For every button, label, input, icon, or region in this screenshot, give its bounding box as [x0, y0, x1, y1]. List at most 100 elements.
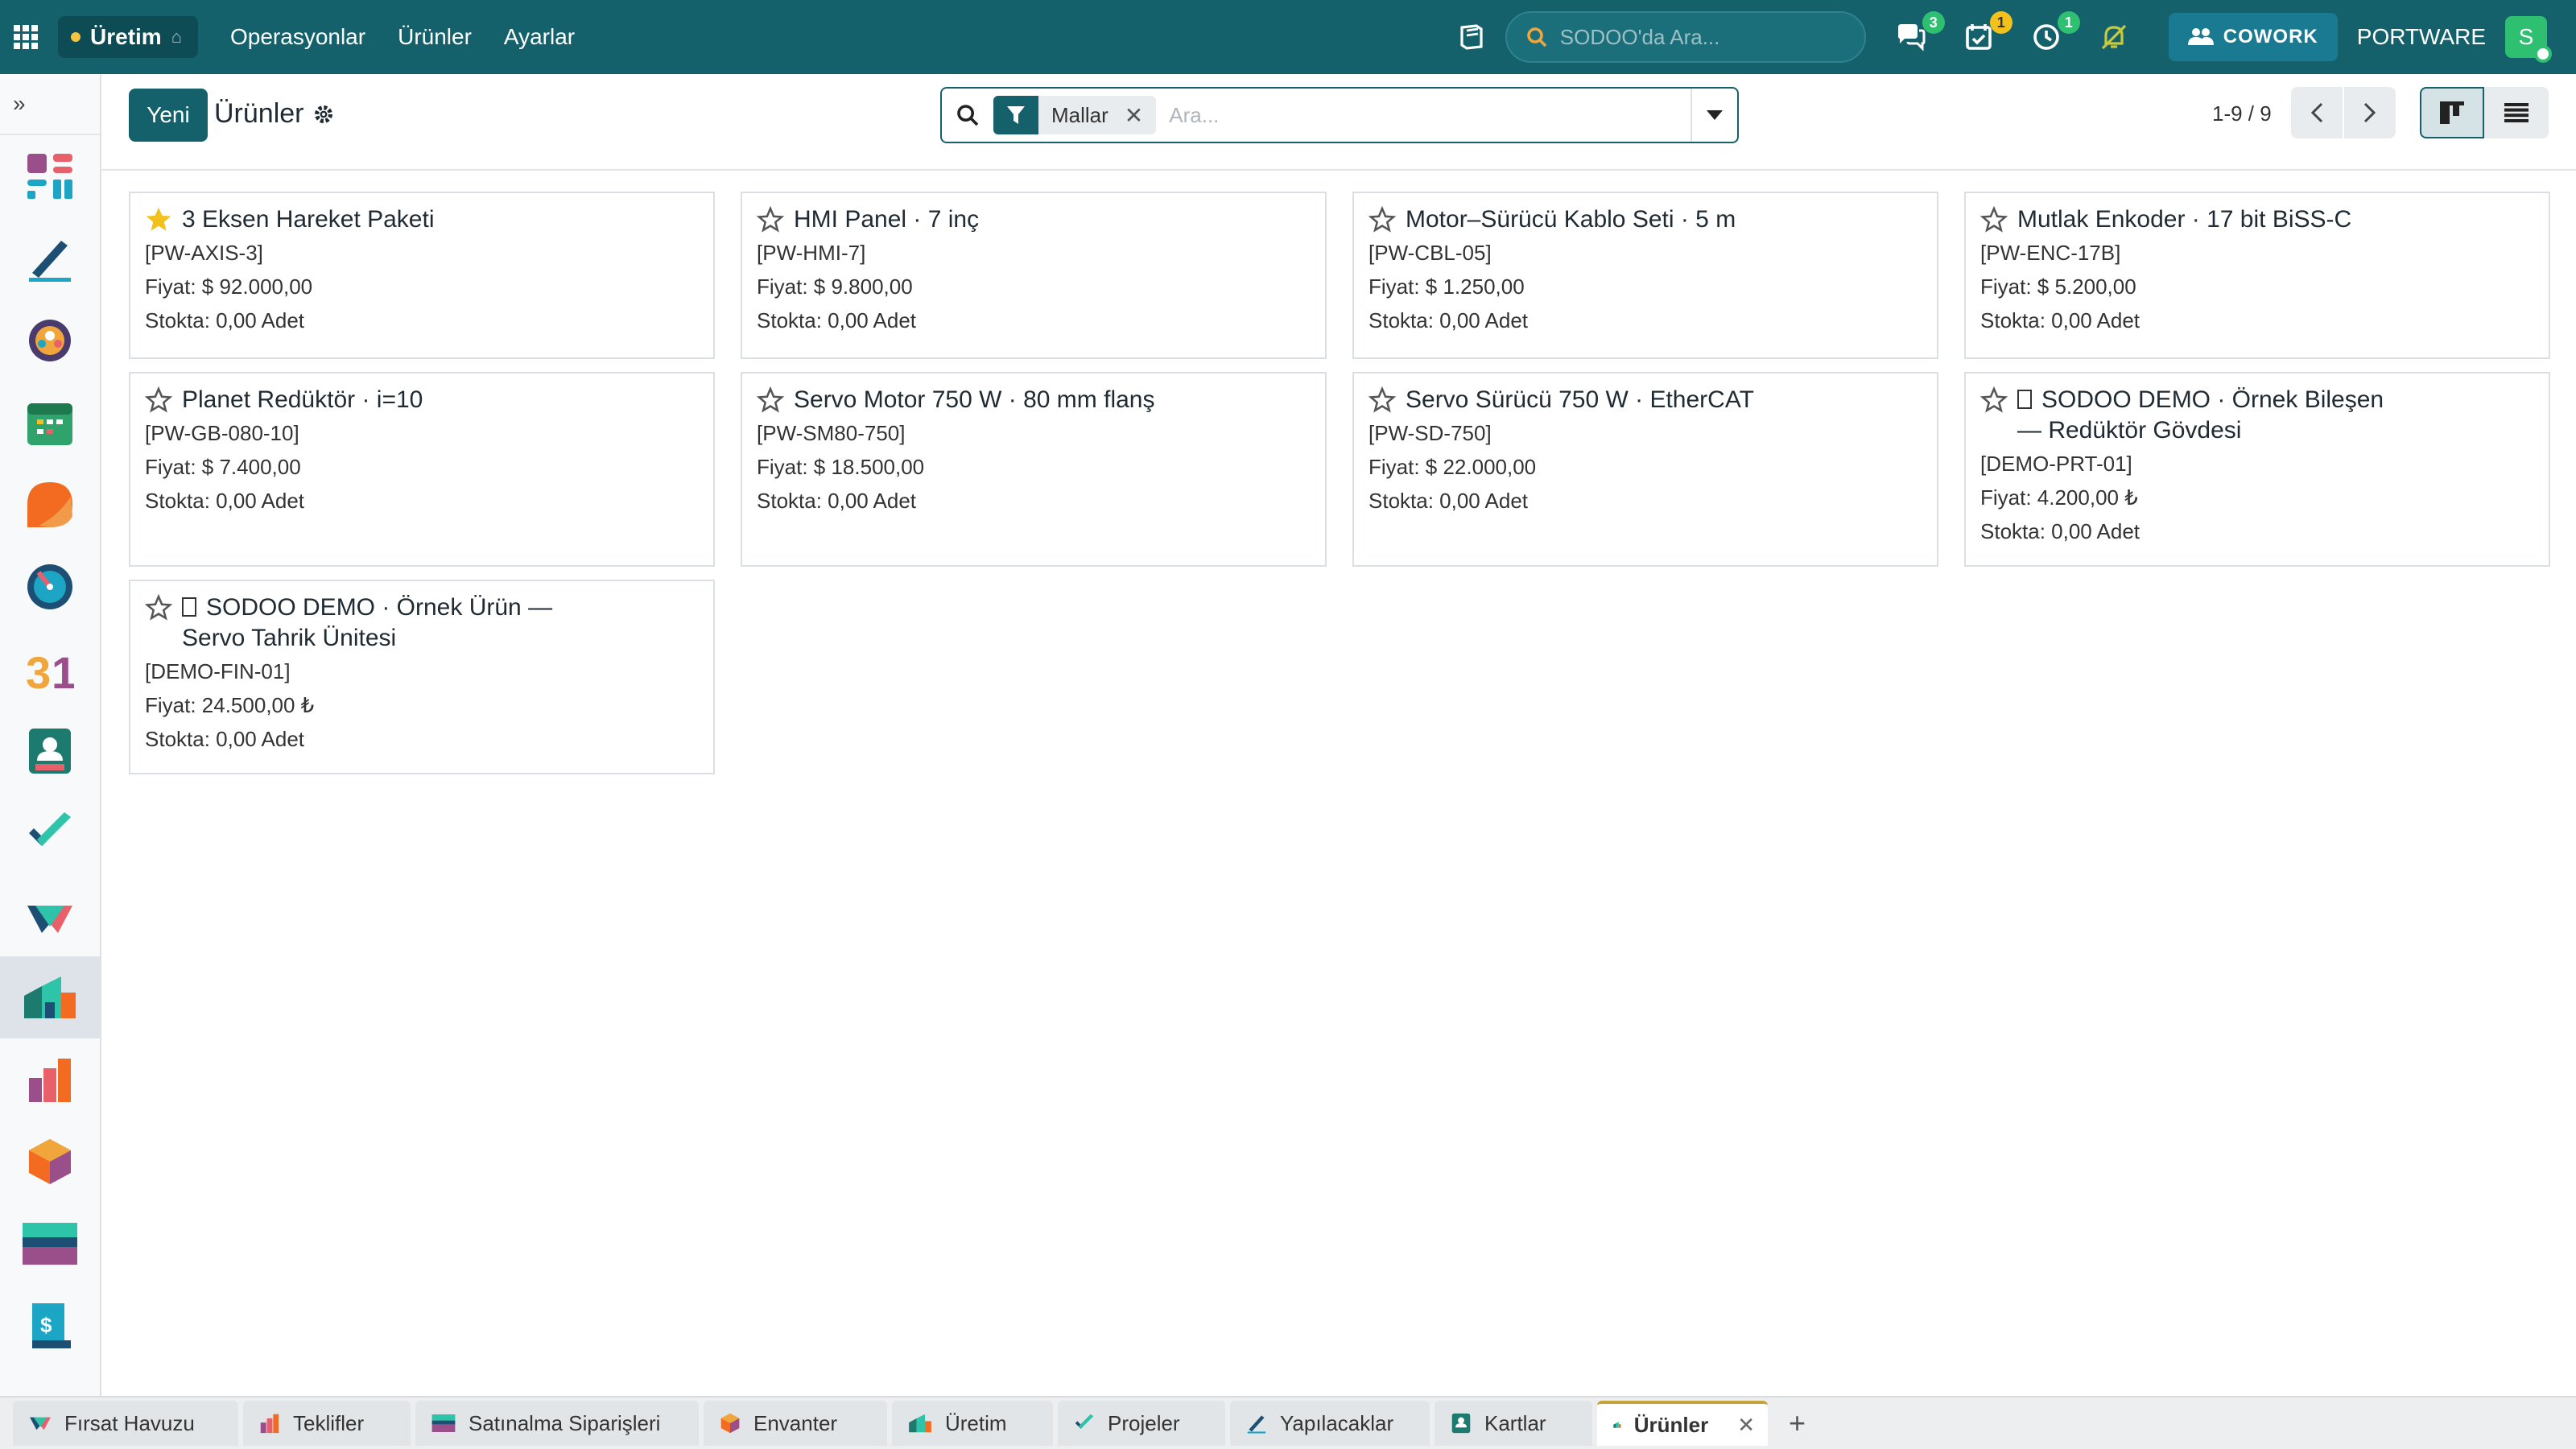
star-outline-icon[interactable] [1368, 206, 1396, 233]
product-card[interactable]: Mutlak Enkoder · 17 bit BiSS-C [PW-ENC-1… [1964, 192, 2550, 359]
product-card[interactable]: Servo Motor 750 W · 80 mm flanş [PW-SM80… [741, 372, 1327, 567]
star-outline-icon[interactable] [1980, 386, 2008, 414]
sidebar-app-purchase[interactable] [0, 1203, 100, 1285]
star-filled-icon[interactable] [145, 206, 172, 233]
search-input[interactable] [1169, 102, 1685, 128]
kanban-view-button[interactable] [2420, 87, 2484, 138]
tab-contacts[interactable]: Kartlar [1435, 1401, 1592, 1446]
global-search-field[interactable]: SODOO'da Ara... [1505, 11, 1866, 63]
product-card[interactable]: SODOO DEMO · Örnek Bileşen — Redüktör Gö… [1964, 372, 2550, 567]
product-title: Servo Motor 750 W · 80 mm flanş [757, 385, 1311, 415]
timesheets-clock-icon [27, 564, 72, 609]
pager-value[interactable]: 1-9 / 9 [2212, 101, 2272, 126]
product-stock: Stokta: 0,00 Adet [1368, 489, 1529, 513]
apps-menu-icon[interactable] [0, 0, 52, 74]
search-icon [942, 104, 993, 126]
crm-handshake-icon [27, 906, 72, 933]
sidebar-app-todo[interactable] [0, 217, 100, 299]
sidebar-app-calendar[interactable]: 31 [0, 628, 100, 710]
close-tab-icon[interactable]: ✕ [1737, 1413, 1755, 1438]
product-title: SODOO DEMO · Örnek Ürün — Servo Tahrik Ü… [145, 592, 699, 654]
tab-projects[interactable]: Projeler [1058, 1401, 1225, 1446]
gear-icon[interactable] [313, 104, 334, 125]
search-bar[interactable]: Mallar ✕ [940, 87, 1739, 143]
timesheet-icon[interactable]: 1 [2027, 11, 2080, 56]
new-button[interactable]: Yeni [129, 89, 208, 142]
product-name: Mutlak Enkoder · 17 bit BiSS-C [2017, 206, 2352, 233]
star-outline-icon[interactable] [145, 386, 172, 414]
product-title: 3 Eksen Hareket Paketi [145, 204, 699, 235]
cowork-label: COWORK [2223, 26, 2318, 47]
product-card[interactable]: Servo Sürücü 750 W · EtherCAT [PW-SD-750… [1352, 372, 1938, 567]
product-title: Mutlak Enkoder · 17 bit BiSS-C [1980, 204, 2534, 235]
product-name-line2: — Redüktör Gövdesi [2017, 417, 2242, 444]
pager-previous-button[interactable] [2291, 87, 2343, 138]
sidebar-app-project[interactable] [0, 792, 100, 874]
tab-todo[interactable]: Yapılacaklar [1230, 1401, 1430, 1446]
chevron-right-icon [2363, 102, 2376, 123]
knowledge-book-icon[interactable] [1457, 24, 1486, 50]
pager-next-button[interactable] [2344, 87, 2396, 138]
tab-products[interactable]: Ürünler ✕ [1597, 1401, 1768, 1446]
app-brand[interactable]: Üretim ⌂ [58, 16, 198, 58]
tab-manufacturing[interactable]: Üretim [892, 1401, 1053, 1446]
todo-pen-icon [29, 241, 71, 282]
company-switcher[interactable]: PORTWARE [2357, 24, 2486, 50]
menu-operations[interactable]: Operasyonlar [230, 24, 365, 50]
inventory-box-icon [29, 1139, 71, 1184]
product-stock: Stokta: 0,00 Adet [1980, 519, 2140, 543]
sidebar-app-calendar-planning[interactable] [0, 382, 100, 464]
sidebar-app-dashboard[interactable] [0, 135, 100, 217]
sidebar-app-community[interactable] [0, 299, 100, 382]
tab-quotations[interactable]: Teklifler [243, 1401, 411, 1446]
sidebar-expand-icon[interactable]: » [0, 74, 100, 135]
sidebar-app-crm[interactable] [0, 874, 100, 956]
sidebar-app-manufacturing[interactable] [0, 956, 100, 1038]
sidebar-app-discuss[interactable] [0, 464, 100, 546]
sidebar-app-timesheets[interactable] [0, 546, 100, 628]
svg-text:1: 1 [52, 647, 74, 693]
star-outline-icon[interactable] [1368, 386, 1396, 414]
product-card[interactable]: HMI Panel · 7 inç [PW-HMI-7] Fiyat: $ 9.… [741, 192, 1327, 359]
star-outline-icon[interactable] [757, 206, 784, 233]
product-card[interactable]: Planet Redüktör · i=10 [PW-GB-080-10] Fi… [129, 372, 715, 567]
messages-icon[interactable]: 3 [1892, 11, 1945, 56]
search-options-toggle[interactable] [1690, 89, 1737, 142]
caret-down-icon [1707, 110, 1723, 120]
star-outline-icon[interactable] [1980, 206, 2008, 233]
product-card[interactable]: 3 Eksen Hareket Paketi [PW-AXIS-3] Fiyat… [129, 192, 715, 359]
sidebar-app-invoicing[interactable]: $ [0, 1285, 100, 1367]
svg-text:$: $ [40, 1313, 52, 1337]
product-card[interactable]: SODOO DEMO · Örnek Ürün — Servo Tahrik Ü… [129, 580, 715, 774]
product-name: HMI Panel · 7 inç [794, 206, 980, 233]
tab-label: Projeler [1108, 1410, 1180, 1435]
tab-label: Teklifler [293, 1410, 365, 1435]
notifications-off-icon[interactable] [2095, 18, 2133, 56]
product-card[interactable]: Motor–Sürücü Kablo Seti · 5 m [PW-CBL-05… [1352, 192, 1938, 359]
tab-label: Fırsat Havuzu [64, 1410, 195, 1435]
product-code: [PW-SM80-750] [757, 421, 906, 445]
sales-chart-icon [29, 1059, 71, 1102]
tab-inventory[interactable]: Envanter [704, 1401, 887, 1446]
user-avatar[interactable]: S [2505, 16, 2552, 63]
remove-facet-icon[interactable]: ✕ [1125, 102, 1156, 129]
add-tab-icon[interactable]: + [1789, 1406, 1806, 1440]
sales-icon [260, 1414, 279, 1434]
sidebar-app-inventory[interactable] [0, 1121, 100, 1203]
sidebar-app-sales[interactable] [0, 1038, 100, 1121]
product-price: Fiyat: 4.200,00 ₺ [1980, 485, 2138, 510]
tab-crm-pipeline[interactable]: Fırsat Havuzu [13, 1401, 238, 1446]
menu-products[interactable]: Ürünler [398, 24, 472, 50]
star-outline-icon[interactable] [145, 594, 172, 621]
menu-settings[interactable]: Ayarlar [504, 24, 575, 50]
crm-icon [30, 1417, 51, 1430]
activities-icon[interactable]: 1 [1959, 11, 2013, 56]
sidebar-app-contacts[interactable] [0, 710, 100, 792]
cowork-button[interactable]: COWORK [2168, 13, 2338, 61]
list-view-button[interactable] [2484, 87, 2549, 138]
todo-icon [1247, 1415, 1266, 1434]
tab-purchase-orders[interactable]: Satınalma Siparişleri [415, 1401, 699, 1446]
product-price: Fiyat: $ 92.000,00 [145, 275, 313, 299]
star-outline-icon[interactable] [757, 386, 784, 414]
placeholder-glyph-icon [182, 597, 196, 617]
